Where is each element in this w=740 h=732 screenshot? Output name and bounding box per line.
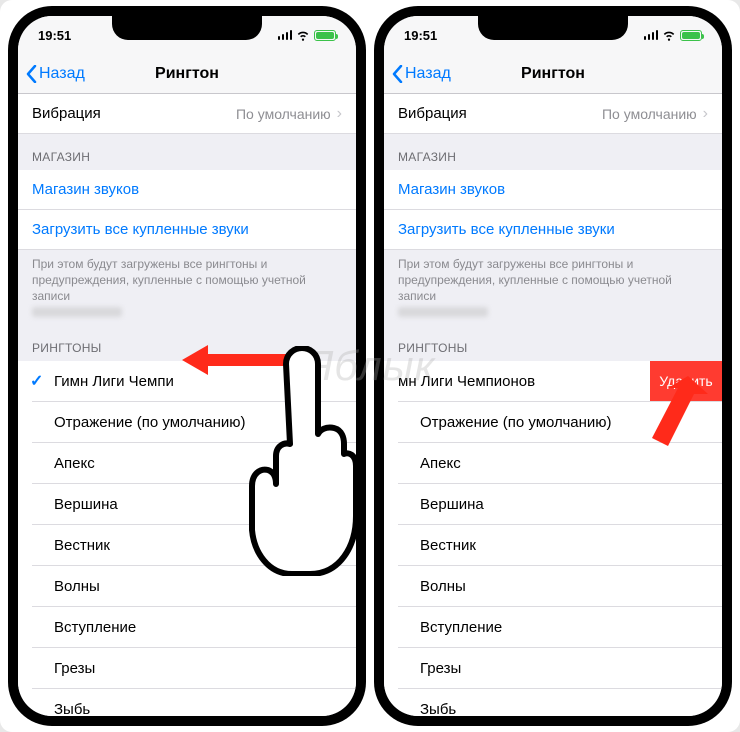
store-footer: При этом будут загружены все рингтоны и … bbox=[18, 250, 356, 325]
store-footer: При этом будут загружены все рингтоны и … bbox=[384, 250, 722, 325]
battery-icon bbox=[680, 30, 702, 41]
sound-store-label: Магазин звуков bbox=[398, 181, 505, 198]
vibration-value: По умолчанию bbox=[602, 106, 697, 122]
ringtone-row[interactable]: Вступление bbox=[18, 607, 356, 648]
checkmark-icon: ✓ bbox=[30, 371, 43, 391]
phone-mockup-right: 19:51 Назад Рингтон Вибрация По умолчани… bbox=[374, 6, 732, 726]
ringtone-label: Грезы bbox=[54, 660, 95, 677]
ringtone-row[interactable]: Грезы bbox=[18, 648, 356, 689]
cellular-signal-icon bbox=[278, 30, 293, 40]
vibration-cell[interactable]: Вибрация По умолчанию › bbox=[384, 94, 722, 134]
ringtone-row[interactable]: Апекс bbox=[18, 443, 356, 484]
ringtones-section-header: РИНГТОНЫ bbox=[384, 325, 722, 361]
chevron-right-icon: › bbox=[337, 105, 342, 123]
ringtone-row[interactable]: Грезы bbox=[384, 648, 722, 689]
ringtone-row[interactable]: Зыбь bbox=[18, 689, 356, 716]
ringtone-row[interactable]: Вершина bbox=[18, 484, 356, 525]
sound-store-link[interactable]: Магазин звуков bbox=[384, 170, 722, 210]
sound-store-label: Магазин звуков bbox=[32, 181, 139, 198]
redacted-account bbox=[398, 307, 488, 317]
store-section-header: МАГАЗИН bbox=[384, 134, 722, 170]
ringtone-label: Отражение (по умолчанию) bbox=[420, 414, 612, 431]
vibration-label: Вибрация bbox=[32, 105, 236, 122]
ringtone-label: Вступление bbox=[420, 619, 502, 636]
back-button[interactable]: Назад bbox=[392, 65, 451, 83]
status-indicators bbox=[644, 28, 703, 42]
ringtone-label: Волны bbox=[420, 578, 466, 595]
ringtone-row[interactable]: Вступление bbox=[384, 607, 722, 648]
ringtone-label: Гимн Лиги Чемпи bbox=[54, 373, 174, 390]
status-indicators bbox=[278, 28, 337, 42]
wifi-icon bbox=[296, 28, 310, 42]
redacted-account bbox=[32, 307, 122, 317]
ringtone-row[interactable]: Вестник bbox=[384, 525, 722, 566]
ringtone-row[interactable]: Вершина bbox=[384, 484, 722, 525]
battery-icon bbox=[314, 30, 336, 41]
download-all-link[interactable]: Загрузить все купленные звуки bbox=[384, 210, 722, 250]
back-label: Назад bbox=[405, 65, 451, 83]
vibration-label: Вибрация bbox=[398, 105, 602, 122]
ringtone-label: Апекс bbox=[54, 455, 95, 472]
navigation-bar: Назад Рингтон bbox=[18, 54, 356, 94]
download-all-label: Загрузить все купленные звуки bbox=[398, 221, 615, 238]
ringtone-label: мн Лиги Чемпионов bbox=[398, 373, 535, 390]
ringtone-row[interactable]: Зыбь bbox=[384, 689, 722, 716]
download-all-label: Загрузить все купленные звуки bbox=[32, 221, 249, 238]
chevron-left-icon bbox=[392, 65, 403, 83]
screen: 19:51 Назад Рингтон Вибрация По умолчани… bbox=[384, 16, 722, 716]
ringtone-row[interactable]: Отражение (по умолчанию) bbox=[18, 402, 356, 443]
ringtone-label: Вестник bbox=[54, 537, 110, 554]
back-button[interactable]: Назад bbox=[26, 65, 85, 83]
store-section-header: МАГАЗИН bbox=[18, 134, 356, 170]
ringtone-label: Грезы bbox=[420, 660, 461, 677]
ringtone-label: Вестник bbox=[420, 537, 476, 554]
chevron-right-icon: › bbox=[703, 105, 708, 123]
ringtone-row[interactable]: Волны bbox=[384, 566, 722, 607]
status-time: 19:51 bbox=[404, 28, 437, 43]
ringtone-label: Вершина bbox=[54, 496, 118, 513]
ringtone-label: Волны bbox=[54, 578, 100, 595]
sound-store-link[interactable]: Магазин звуков bbox=[18, 170, 356, 210]
ringtone-label: Зыбь bbox=[54, 701, 90, 716]
download-all-link[interactable]: Загрузить все купленные звуки bbox=[18, 210, 356, 250]
ringtone-label: Отражение (по умолчанию) bbox=[54, 414, 246, 431]
status-time: 19:51 bbox=[38, 28, 71, 43]
back-label: Назад bbox=[39, 65, 85, 83]
cellular-signal-icon bbox=[644, 30, 659, 40]
swipe-arrow-icon bbox=[182, 345, 292, 375]
wifi-icon bbox=[662, 28, 676, 42]
ringtone-label: Апекс bbox=[420, 455, 461, 472]
ringtone-label: Зыбь bbox=[420, 701, 456, 716]
callout-arrow-icon bbox=[628, 376, 708, 456]
notch bbox=[112, 16, 262, 40]
notch bbox=[478, 16, 628, 40]
chevron-left-icon bbox=[26, 65, 37, 83]
ringtone-label: Вершина bbox=[420, 496, 484, 513]
ringtone-row[interactable]: Волны bbox=[18, 566, 356, 607]
vibration-cell[interactable]: Вибрация По умолчанию › bbox=[18, 94, 356, 134]
navigation-bar: Назад Рингтон bbox=[384, 54, 722, 94]
ringtone-row[interactable]: Вестник bbox=[18, 525, 356, 566]
vibration-value: По умолчанию bbox=[236, 106, 331, 122]
ringtone-label: Вступление bbox=[54, 619, 136, 636]
